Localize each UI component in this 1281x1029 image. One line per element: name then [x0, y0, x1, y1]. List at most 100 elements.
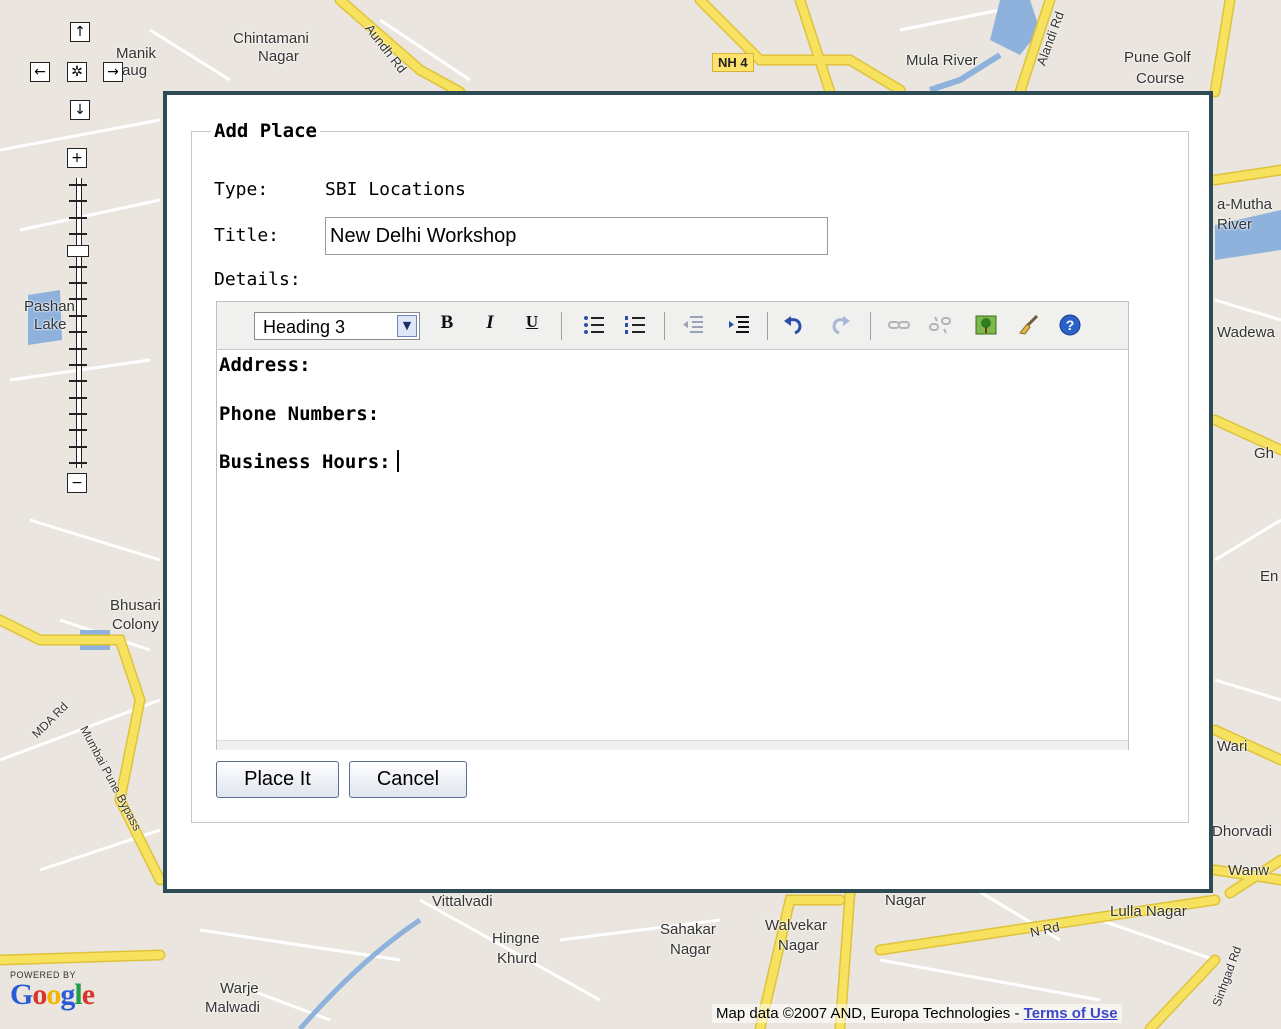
zoom-slider-thumb[interactable]	[67, 244, 89, 257]
zoom-tick	[69, 412, 87, 415]
redo-button[interactable]	[827, 312, 853, 338]
map-label: Chintamani	[233, 30, 309, 47]
editor-status-bar	[217, 740, 1128, 750]
map-label: Manik	[116, 45, 157, 62]
zoom-tick	[69, 445, 87, 448]
toolbar-separator	[767, 312, 768, 340]
insert-link-button[interactable]	[886, 312, 912, 338]
zoom-tick	[69, 200, 87, 203]
map-label: Nagar	[885, 892, 926, 909]
underline-button[interactable]: U	[519, 312, 545, 338]
zoom-slider[interactable]	[67, 178, 89, 468]
zoom-tick	[69, 298, 87, 301]
title-input[interactable]	[325, 217, 828, 255]
undo-icon	[784, 316, 802, 335]
format-select[interactable]: Heading 3 ▼	[254, 312, 420, 340]
cleanup-button[interactable]	[1015, 312, 1041, 338]
toolbar-separator	[664, 312, 665, 340]
map-copyright: Map data ©2007 AND, Europa Technologies …	[712, 1004, 1122, 1023]
hours-heading-text: Business Hours:	[219, 451, 391, 473]
numbered-list-button[interactable]	[622, 312, 648, 338]
zoom-tick	[69, 282, 87, 285]
map-label: Vittalvadi	[432, 893, 493, 910]
image-icon	[975, 315, 997, 335]
map-label: Wanw	[1228, 862, 1270, 879]
map-label: a-Mutha	[1217, 196, 1273, 213]
map-label: Khurd	[497, 950, 538, 967]
map-label: River	[1217, 216, 1253, 233]
toolbar-separator	[561, 312, 562, 340]
map-label: Warje	[220, 980, 259, 997]
editor-toolbar: Heading 3 ▼ B I U ?	[217, 302, 1128, 350]
content-phone-heading: Phone Numbers:	[219, 403, 379, 425]
cancel-button[interactable]: Cancel	[349, 761, 467, 798]
zoom-tick	[69, 396, 87, 399]
content-hours-heading: Business Hours:	[219, 450, 399, 473]
numbered-list-icon	[625, 316, 645, 334]
indent-button[interactable]	[726, 312, 752, 338]
pan-down-button[interactable]: ↓	[70, 100, 90, 120]
map-label: Hingne	[492, 930, 540, 947]
italic-button[interactable]: I	[477, 312, 503, 338]
pan-up-button[interactable]: ↑	[70, 22, 90, 42]
map-label: Malwadi	[205, 999, 261, 1016]
zoom-slider-rail	[76, 178, 82, 468]
google-wordmark: Google	[10, 978, 95, 1011]
map-label: Nagar	[778, 937, 819, 954]
map-label: Bhusari	[110, 597, 161, 614]
underline-icon: U	[525, 312, 539, 331]
type-label: Type:	[214, 179, 269, 200]
help-icon: ?	[1059, 314, 1081, 336]
editor-content-area[interactable]: Address: Phone Numbers: Business Hours:	[217, 350, 1128, 740]
zoom-tick	[69, 314, 87, 317]
cleanup-icon	[1019, 314, 1039, 335]
map-label: Pune Golf	[1124, 49, 1191, 66]
google-logo[interactable]: POWERED BY Google	[10, 970, 95, 1011]
map-label: Nagar	[670, 941, 711, 958]
unlink-icon	[929, 316, 951, 334]
zoom-out-button[interactable]: −	[67, 473, 87, 493]
zoom-tick	[69, 380, 87, 383]
help-button[interactable]: ?	[1057, 312, 1083, 338]
map-label: Gh	[1254, 445, 1275, 462]
phone-heading-text: Phone Numbers:	[219, 403, 380, 425]
text-caret	[396, 450, 399, 472]
bold-button[interactable]: B	[434, 312, 460, 338]
format-select-value: Heading 3	[263, 317, 346, 337]
zoom-tick	[69, 331, 87, 334]
map-label: Course	[1136, 70, 1185, 87]
indent-icon	[729, 316, 749, 333]
terms-of-use-link[interactable]: Terms of Use	[1024, 1005, 1118, 1022]
highway-shield: NH 4	[712, 53, 754, 72]
address-heading-text: Address:	[219, 354, 311, 376]
zoom-tick	[69, 184, 87, 186]
pan-right-button[interactable]: →	[103, 62, 123, 82]
zoom-tick	[69, 233, 87, 236]
zoom-tick	[69, 347, 87, 350]
pan-left-button[interactable]: ←	[30, 62, 50, 82]
bold-icon: B	[440, 312, 454, 333]
zoom-in-button[interactable]: +	[67, 148, 87, 168]
chevron-down-icon: ▼	[397, 315, 417, 337]
toolbar-separator	[870, 312, 871, 340]
map-label: Mula River	[906, 52, 978, 69]
map-label: Sahakar	[660, 921, 716, 938]
undo-button[interactable]	[781, 312, 807, 338]
insert-image-button[interactable]	[973, 312, 999, 338]
zoom-tick	[69, 265, 87, 268]
content-address-heading: Address:	[219, 354, 311, 376]
bulleted-list-button[interactable]	[581, 312, 607, 338]
unlink-button[interactable]	[927, 312, 953, 338]
italic-icon: I	[486, 312, 494, 333]
dialog-title: Add Place	[211, 120, 320, 142]
details-label: Details:	[214, 269, 301, 290]
outdent-icon	[683, 316, 703, 333]
pan-center-button[interactable]: ✲	[67, 62, 87, 82]
map-label: Nagar	[258, 48, 299, 65]
copyright-text: Map data ©2007 AND, Europa Technologies …	[716, 1005, 1024, 1022]
map-label: Wadewa	[1217, 324, 1275, 341]
bulleted-list-icon	[584, 316, 604, 334]
outdent-button[interactable]	[680, 312, 706, 338]
svg-text:?: ?	[1066, 317, 1075, 333]
place-it-button[interactable]: Place It	[216, 761, 339, 798]
